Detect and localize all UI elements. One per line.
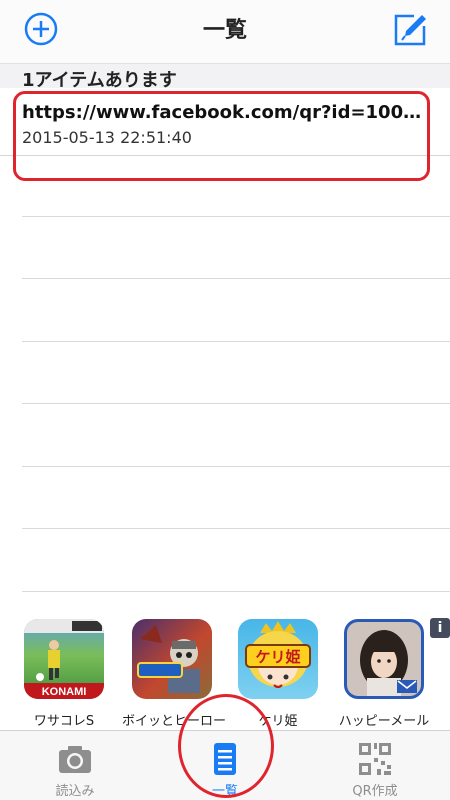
ad-brand-text: ケリ姫 [255, 648, 300, 666]
table-row-separator [22, 403, 450, 404]
ad-brand-text: KONAMI [42, 686, 87, 698]
ad-item[interactable]: KONAMI ワサコレS [24, 619, 104, 729]
camera-icon [57, 741, 93, 777]
section-header: 1アイテムあります [0, 64, 450, 91]
qr-code-icon [357, 741, 393, 777]
table-row-separator [22, 278, 450, 279]
ad-item[interactable]: ハッピーメール [339, 619, 429, 729]
tab-scan[interactable]: 読込み [0, 731, 150, 800]
ad-item[interactable]: ケリ姫 ケリ姫 [238, 619, 318, 729]
table-row-separator [22, 341, 450, 342]
annotation-highlight-circle [178, 694, 274, 798]
ad-info-icon[interactable]: i [430, 618, 450, 638]
happy-mail-app-icon [344, 619, 424, 699]
ad-label: ワサコレS [33, 714, 95, 729]
compose-icon[interactable] [392, 12, 428, 48]
table-row-separator [22, 591, 450, 592]
table-row-separator [22, 528, 450, 529]
table-row-separator [22, 466, 450, 467]
ad-item[interactable]: ボイッとヒーロー [122, 619, 226, 729]
hero-game-icon [132, 619, 212, 699]
table-row-separator [22, 216, 450, 217]
navigation-bar: 一覧 [0, 0, 450, 64]
page-title: 一覧 [202, 18, 247, 43]
tab-label: 読込み [55, 784, 95, 799]
keri-hime-game-icon: ケリ姫 [238, 619, 318, 699]
soccer-game-icon: KONAMI [24, 619, 104, 699]
add-circle-icon[interactable] [24, 12, 58, 46]
annotation-highlight-box [13, 91, 430, 181]
tab-label: QR作成 [352, 784, 398, 799]
tab-qr-create[interactable]: QR作成 [300, 731, 450, 800]
ad-label: ハッピーメール [338, 714, 430, 729]
